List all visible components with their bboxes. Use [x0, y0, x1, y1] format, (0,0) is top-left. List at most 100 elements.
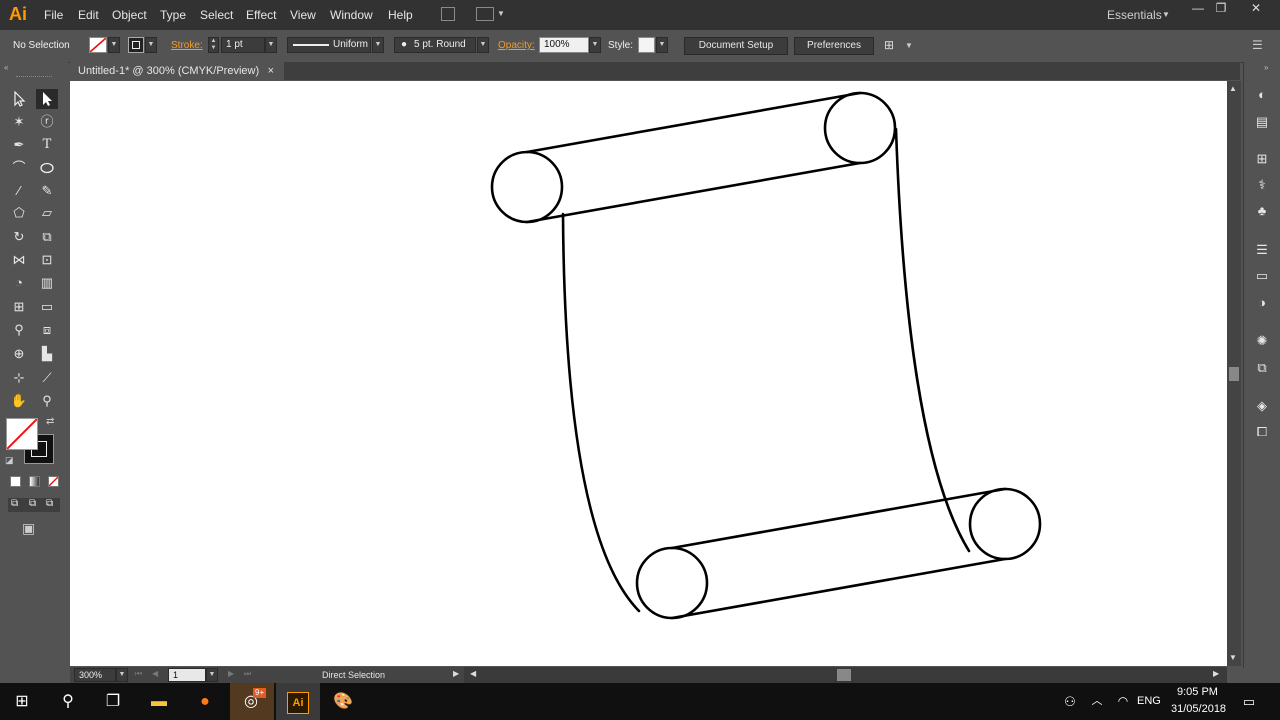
hand-tool-icon[interactable]: ✋ — [8, 391, 30, 411]
stroke-weight-stepper[interactable]: ▲ ▼ — [208, 37, 219, 53]
menu-type[interactable]: Type — [160, 8, 186, 22]
artboard-tool-icon[interactable]: ⊹ — [8, 368, 30, 388]
appearance-panel-icon[interactable]: ✺ — [1252, 332, 1272, 350]
menu-help[interactable]: Help — [388, 8, 413, 22]
graphic-style-swatch[interactable] — [638, 37, 655, 53]
color-guide-icon[interactable]: ▤ — [1252, 113, 1272, 131]
search-icon[interactable]: ⚲ — [46, 683, 90, 720]
stroke-label[interactable]: Stroke: — [171, 40, 203, 51]
free-transform-tool-icon[interactable]: ⊡ — [36, 250, 58, 270]
draw-inside-icon[interactable]: ⧉ — [46, 498, 53, 509]
expand-panels-icon[interactable]: » — [1264, 63, 1268, 72]
toolbox-grip[interactable] — [16, 76, 52, 79]
close-button[interactable]: ✕ — [1240, 0, 1272, 17]
language-indicator[interactable]: ENG — [1137, 695, 1161, 707]
app-notifications-icon[interactable]: ◎ 9+ — [230, 683, 274, 720]
next-artboard-icon[interactable]: ▶ — [228, 669, 234, 678]
task-view-icon[interactable]: ❐ — [91, 683, 135, 720]
gradient-mode-icon[interactable] — [29, 476, 40, 487]
selection-tool-icon[interactable] — [8, 89, 30, 109]
fill-dropdown[interactable]: ▼ — [108, 37, 120, 53]
firefox-icon[interactable]: ● — [183, 683, 227, 720]
color-mode-icon[interactable] — [10, 476, 21, 487]
arrange-documents-icon[interactable] — [476, 7, 494, 21]
stroke-swatch[interactable] — [128, 37, 144, 53]
opacity-label[interactable]: Opacity: — [498, 40, 535, 51]
scroll-up-icon[interactable]: ▲ — [1229, 84, 1237, 93]
blend-tool-icon[interactable]: ⧈ — [36, 320, 58, 340]
width-tool-icon[interactable]: ⋈ — [8, 250, 30, 270]
first-artboard-icon[interactable]: ⏮ — [135, 669, 142, 679]
action-center-icon[interactable]: ▭ — [1236, 683, 1262, 720]
eraser-tool-icon[interactable]: ▱ — [36, 203, 58, 223]
status-menu-icon[interactable]: ▶ — [453, 669, 459, 678]
eyedropper-tool-icon[interactable]: ⚲ — [8, 320, 30, 340]
bridge-icon[interactable] — [441, 7, 455, 21]
variable-width-profile[interactable]: Uniform — [287, 37, 371, 53]
artboards-panel-icon[interactable]: ⧠ — [1252, 423, 1272, 441]
artboard-dropdown[interactable]: ▼ — [206, 668, 218, 682]
draw-normal-icon[interactable]: ⧉ — [11, 498, 18, 509]
swatches-panel-icon[interactable]: ⊞ — [1252, 150, 1272, 168]
menu-effect[interactable]: Effect — [246, 8, 276, 22]
panel-menu-icon[interactable]: ☰ — [1252, 38, 1263, 52]
document-tab[interactable]: Untitled-1* @ 300% (CMYK/Preview) × — [70, 62, 284, 80]
stroke-weight-field[interactable]: 1 pt — [221, 37, 265, 53]
stroke-dropdown[interactable]: ▼ — [145, 37, 157, 53]
artboard-canvas[interactable] — [70, 81, 1227, 666]
show-hidden-icons-icon[interactable]: ︿ — [1084, 683, 1110, 720]
brushes-panel-icon[interactable]: ⚕ — [1252, 176, 1272, 194]
symbols-panel-icon[interactable]: ♣ — [1252, 202, 1272, 220]
menu-object[interactable]: Object — [112, 8, 147, 22]
pen-tool-icon[interactable]: ✒ — [8, 135, 30, 155]
transparency-panel-icon[interactable]: ◑ — [1252, 294, 1272, 312]
style-dropdown[interactable]: ▼ — [656, 37, 668, 53]
rotate-tool-icon[interactable]: ↻ — [8, 227, 30, 247]
zoom-level-field[interactable]: 300% — [74, 668, 116, 682]
gradient-tool-icon[interactable]: ▭ — [36, 297, 58, 317]
fill-color-box[interactable] — [6, 418, 38, 450]
artboard-number-field[interactable]: 1 — [168, 668, 206, 682]
clock-date[interactable]: 31/05/2018 — [1171, 703, 1226, 715]
opacity-field[interactable]: 100% — [539, 37, 589, 53]
color-panel-icon[interactable]: ◐ — [1252, 86, 1272, 104]
gradient-panel-icon[interactable]: ▭ — [1252, 267, 1272, 285]
menu-window[interactable]: Window — [330, 8, 373, 22]
preferences-button[interactable]: Preferences — [794, 37, 874, 55]
menu-edit[interactable]: Edit — [78, 8, 99, 22]
collapse-tools-icon[interactable]: « — [4, 63, 8, 72]
zoom-tool-icon[interactable]: ⚲ — [36, 391, 58, 411]
perspective-grid-tool-icon[interactable]: ▥ — [36, 273, 58, 293]
scroll-left-icon[interactable]: ◀ — [470, 669, 476, 678]
arrange-dropdown-icon[interactable]: ▼ — [497, 9, 505, 18]
default-fill-stroke-icon[interactable]: ◪ — [5, 455, 14, 466]
stroke-weight-dropdown[interactable]: ▼ — [265, 37, 277, 53]
symbol-sprayer-tool-icon[interactable]: ⊕ — [8, 344, 30, 364]
type-tool-icon[interactable]: T — [36, 135, 58, 155]
direct-selection-tool-icon[interactable] — [36, 89, 58, 109]
scroll-right-icon[interactable]: ▶ — [1213, 669, 1219, 678]
stroke-panel-icon[interactable]: ☰ — [1252, 241, 1272, 259]
ellipse-tool-icon[interactable] — [36, 158, 58, 178]
draw-behind-icon[interactable]: ⧉ — [29, 498, 36, 509]
brush-dropdown[interactable]: ▼ — [477, 37, 489, 53]
brush-definition[interactable]: ● 5 pt. Round — [394, 37, 476, 53]
menu-select[interactable]: Select — [200, 8, 233, 22]
scroll-artwork[interactable] — [70, 81, 1227, 666]
curvature-tool-icon[interactable]: ⌒ — [8, 158, 30, 178]
last-artboard-icon[interactable]: ⏭ — [244, 669, 251, 679]
align-options-dropdown-icon[interactable]: ▼ — [905, 41, 913, 50]
restore-button[interactable]: ❐ — [1205, 0, 1237, 17]
previous-artboard-icon[interactable]: ◀ — [152, 669, 158, 678]
none-mode-icon[interactable] — [48, 476, 59, 487]
fill-swatch[interactable] — [89, 37, 107, 53]
lasso-tool-icon[interactable]: ⓡ — [36, 112, 58, 132]
workspace-chevron-icon[interactable]: ▼ — [1162, 10, 1170, 19]
column-graph-tool-icon[interactable]: ▙ — [36, 344, 58, 364]
paint-app-icon[interactable]: 🎨 — [321, 683, 365, 720]
document-tab-close-icon[interactable]: × — [268, 62, 274, 80]
scale-tool-icon[interactable]: ⧉ — [36, 227, 58, 247]
magic-wand-tool-icon[interactable]: ✶ — [8, 112, 30, 132]
menu-file[interactable]: File — [44, 8, 63, 22]
graphic-styles-panel-icon[interactable]: ⧉ — [1252, 359, 1272, 377]
